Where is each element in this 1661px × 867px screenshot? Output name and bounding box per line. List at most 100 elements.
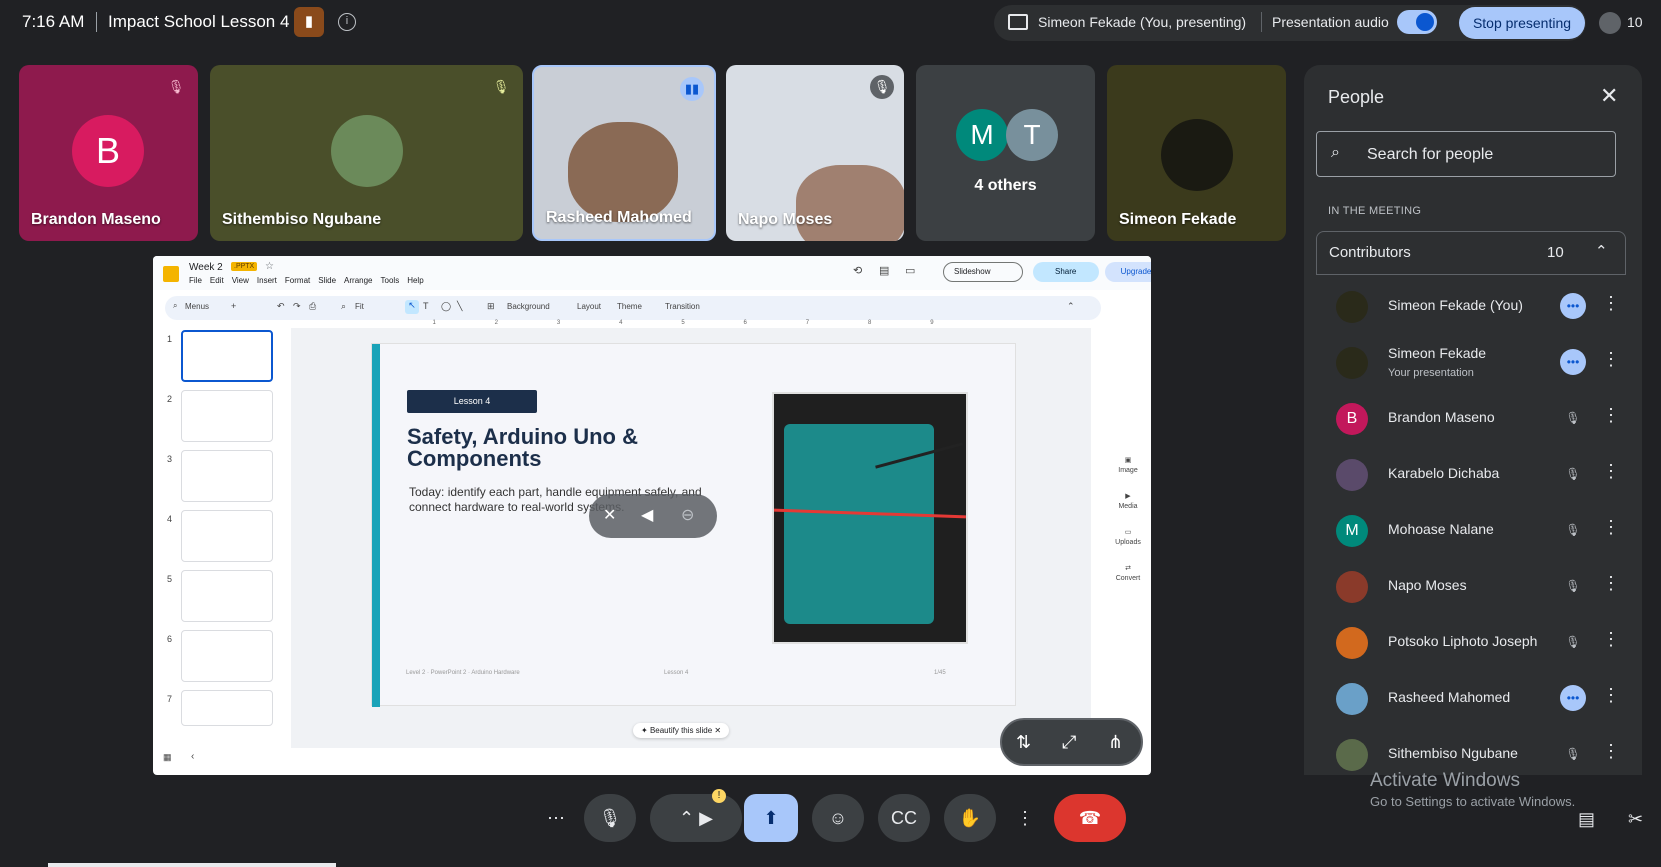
add-icon[interactable]: + [231, 301, 236, 311]
more-vert-icon[interactable]: ⋮ [1602, 573, 1620, 594]
menu-file[interactable]: File [189, 276, 202, 285]
layout-button[interactable]: Layout [577, 302, 601, 311]
person-row[interactable]: Sithembiso Ngubane 🎙 ⋮ [1316, 727, 1626, 775]
chat-icon[interactable]: ▤ [1578, 809, 1595, 830]
minus-icon[interactable]: ⊖ [681, 505, 694, 525]
menu-slide[interactable]: Slide [318, 276, 336, 285]
doc-title[interactable]: Week 2 [189, 262, 223, 273]
select-tool-icon[interactable]: ↖ [405, 300, 419, 314]
emoji-icon[interactable]: ☺ [812, 794, 864, 842]
menu-insert[interactable]: Insert [257, 276, 277, 285]
history-icon[interactable]: ⟲ [853, 264, 862, 277]
mic-off-icon[interactable]: ✕ [603, 505, 616, 525]
grid-view-icon[interactable]: ▦ [163, 752, 172, 763]
slide-thumbnail[interactable] [181, 690, 273, 726]
host-controls-icon[interactable]: ▮ [294, 7, 324, 37]
convert-tool[interactable]: ⇄ Convert [1108, 564, 1148, 584]
image-tool[interactable]: ▣ Image [1108, 456, 1148, 476]
stop-presenting-button[interactable]: Stop presenting [1459, 7, 1585, 39]
participant-tile[interactable]: Simeon Fekade [1107, 65, 1286, 241]
slide-thumbnail[interactable] [181, 390, 273, 442]
others-tile[interactable]: M T 4 others [916, 65, 1095, 241]
presentation-audio-toggle[interactable] [1397, 10, 1437, 34]
slide-thumbnail[interactable] [181, 510, 273, 562]
person-row[interactable]: Napo Moses 🎙 ⋮ [1316, 559, 1626, 615]
star-icon[interactable]: ☆ [265, 261, 274, 272]
close-icon[interactable]: ✕ [712, 726, 721, 735]
swap-icon[interactable]: ⇅ [1016, 732, 1031, 753]
slide-thumbnail[interactable] [181, 570, 273, 622]
comments-icon[interactable]: ▤ [879, 264, 889, 277]
menu-arrange[interactable]: Arrange [344, 276, 372, 285]
more-vert-icon[interactable]: ⋮ [1602, 461, 1620, 482]
upgrade-button[interactable]: Upgrade [1105, 262, 1151, 282]
theme-button[interactable]: Theme [617, 302, 642, 311]
volume-icon[interactable]: ◀ [641, 505, 653, 525]
menu-edit[interactable]: Edit [210, 276, 224, 285]
menus-search[interactable]: Menus [185, 302, 209, 311]
present-button[interactable]: ⬆ [744, 794, 798, 842]
uploads-tool[interactable]: ▭ Uploads [1108, 528, 1148, 548]
slide-thumbnail[interactable] [181, 450, 273, 502]
more-vert-icon[interactable]: ⋮ [1602, 405, 1620, 426]
collapse-filmstrip-icon[interactable]: ‹ [191, 751, 194, 762]
line-icon[interactable]: ╲ [457, 301, 462, 312]
background-button[interactable]: Background [507, 302, 550, 311]
fullscreen-icon[interactable]: ⤢ [1062, 732, 1076, 753]
camera-icon[interactable]: ▭ [905, 264, 915, 277]
menu-help[interactable]: Help [407, 276, 423, 285]
leave-call-button[interactable]: ☎ [1054, 794, 1126, 842]
participants-button[interactable]: 10 [1599, 8, 1657, 38]
more-vert-icon[interactable]: ⋮ [1010, 794, 1040, 842]
person-row[interactable]: Simeon Fekade (You) ••• ⋮ [1316, 279, 1626, 335]
close-icon[interactable]: ✕ [1600, 83, 1618, 109]
menu-format[interactable]: Format [285, 276, 310, 285]
menu-tools[interactable]: Tools [381, 276, 400, 285]
chevron-up-icon[interactable]: ⌃ [1595, 242, 1608, 260]
print-icon[interactable]: ⎙ [309, 301, 316, 312]
slideshow-button[interactable]: Slideshow [943, 262, 1023, 282]
slide-canvas[interactable]: Lesson 4 Safety, Arduino Uno & Component… [291, 328, 1091, 748]
person-row[interactable]: Rasheed Mahomed ••• ⋮ [1316, 671, 1626, 727]
more-vert-icon[interactable]: ⋮ [1602, 741, 1620, 762]
person-row[interactable]: B Brandon Maseno 🎙 ⋮ [1316, 391, 1626, 447]
zoom-icon[interactable]: ⌕ [341, 301, 346, 312]
slide-thumbnail[interactable] [181, 630, 273, 682]
share-button[interactable]: Share [1033, 262, 1099, 282]
person-row[interactable]: M Mohoase Nalane 🎙 ⋮ [1316, 503, 1626, 559]
contributors-group[interactable]: Contributors 10 ⌃ [1316, 231, 1626, 275]
meeting-info-icon[interactable]: i [338, 13, 356, 31]
participant-tile[interactable]: 🎙 Sithembiso Ngubane [210, 65, 523, 241]
more-vert-icon[interactable]: ⋮ [1602, 629, 1620, 650]
camera-button[interactable]: ⌃ ▶ [650, 794, 742, 842]
mic-button[interactable]: 🎙 [584, 794, 636, 842]
more-options-icon[interactable]: ⋯ [532, 794, 580, 842]
media-tool[interactable]: ▶ Media [1108, 492, 1148, 512]
raise-hand-icon[interactable]: ✋ [944, 794, 996, 842]
undo-icon[interactable]: ↶ [277, 301, 285, 312]
slide-thumbnail-selected[interactable] [181, 330, 273, 382]
share-icon[interactable]: ⋔ [1108, 732, 1123, 753]
more-vert-icon[interactable]: ⋮ [1602, 517, 1620, 538]
comment-add-icon[interactable]: ⊞ [487, 301, 495, 312]
more-vert-icon[interactable]: ⋮ [1602, 349, 1620, 370]
shape-icon[interactable]: ◯ [441, 301, 451, 312]
participant-tile[interactable]: 🎙 Napo Moses [726, 65, 904, 241]
person-row[interactable]: Karabelo Dichaba 🎙 ⋮ [1316, 447, 1626, 503]
beautify-chip[interactable]: ✦ Beautify this slide ✕ [633, 723, 730, 738]
person-row[interactable]: Simeon Fekade Your presentation ••• ⋮ [1316, 335, 1626, 391]
more-vert-icon[interactable]: ⋮ [1602, 685, 1620, 706]
transition-button[interactable]: Transition [665, 302, 700, 311]
menu-view[interactable]: View [232, 276, 249, 285]
collapse-toolbar-icon[interactable]: ⌃ [1067, 301, 1075, 312]
participant-tile[interactable]: B 🎙 Brandon Maseno [19, 65, 198, 241]
people-search-input[interactable]: ⌕ Search for people [1316, 131, 1616, 177]
more-vert-icon[interactable]: ⋮ [1602, 293, 1620, 314]
text-box-icon[interactable]: T [423, 301, 429, 311]
participant-tile-speaking[interactable]: ▮▮ Rasheed Mahomed [532, 65, 716, 241]
activities-icon[interactable]: ✂ [1628, 809, 1643, 830]
person-row[interactable]: Potsoko Liphoto Joseph 🎙 ⋮ [1316, 615, 1626, 671]
captions-icon[interactable]: CC [878, 794, 930, 842]
zoom-select[interactable]: Fit [355, 302, 364, 311]
redo-icon[interactable]: ↷ [293, 301, 301, 312]
